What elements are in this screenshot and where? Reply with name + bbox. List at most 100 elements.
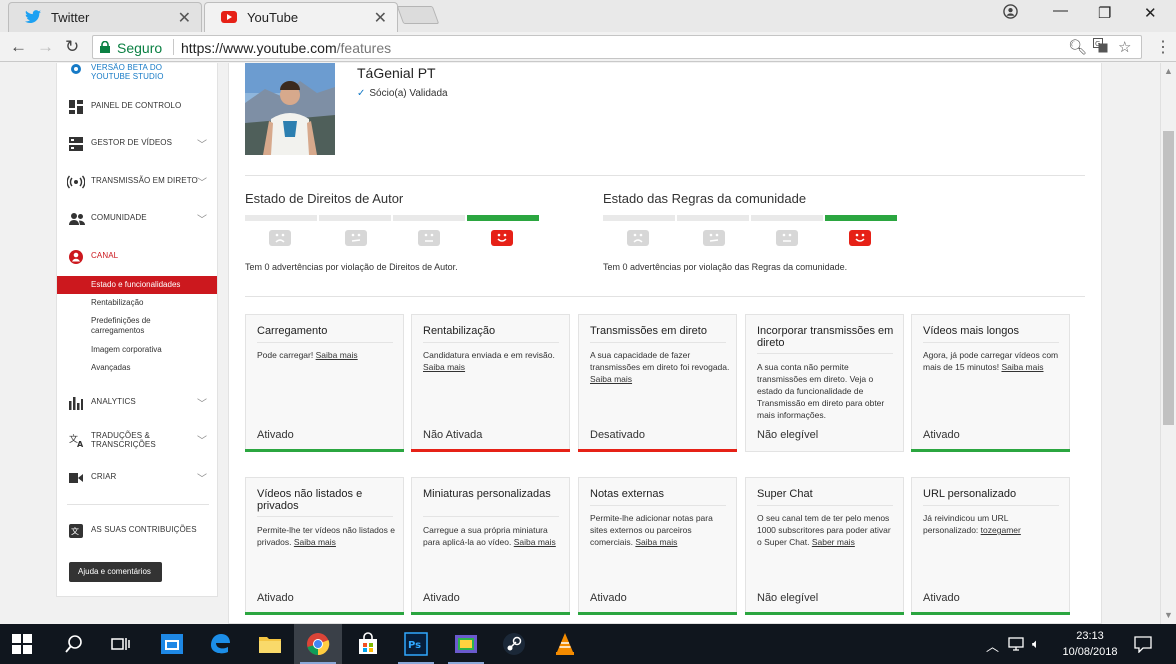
scroll-thumb[interactable]	[1163, 131, 1174, 425]
card-divider	[257, 516, 393, 517]
feature-status: Não elegível	[757, 592, 819, 604]
feature-description-text: A sua conta não permite transmissões em …	[757, 362, 885, 420]
restore-icon[interactable]: ❐	[1098, 4, 1111, 22]
tab-youtube[interactable]: YouTube ✕	[204, 2, 398, 32]
bookmark-star-icon[interactable]: ☆	[1118, 38, 1131, 56]
chrome-menu-icon[interactable]: ⋮	[1155, 37, 1171, 57]
feature-title: Carregamento	[257, 325, 328, 337]
forward-icon[interactable]: →	[37, 37, 54, 57]
shopping-bag-icon[interactable]	[356, 632, 380, 656]
sidebar-item-live[interactable]: TRANSMISSÃO EM DIRETO ﹀	[57, 170, 217, 194]
main-content: TáGenial PT ✓ Sócio(a) Validada Estado de…	[228, 63, 1102, 624]
feature-status: Ativado	[257, 429, 294, 441]
meter-segment	[393, 215, 465, 221]
steam-icon[interactable]	[502, 632, 526, 656]
page-scrollbar[interactable]: ▲ ▼	[1160, 63, 1176, 624]
chevron-down-icon[interactable]: ﹀	[197, 395, 207, 410]
feature-status-bar	[911, 612, 1070, 615]
sidebar-item-translations[interactable]: 文A TRADUÇÕES & TRANSCRIÇÕES ﹀	[57, 428, 217, 452]
feature-status-bar	[911, 449, 1070, 452]
meter-segment	[603, 215, 675, 221]
new-tab-button[interactable]	[396, 6, 440, 24]
chrome-icon[interactable]	[306, 632, 330, 656]
channel-avatar	[245, 63, 335, 155]
learn-more-link[interactable]: tozegamer	[981, 525, 1021, 535]
edge-icon[interactable]	[208, 632, 232, 656]
back-icon[interactable]: ←	[10, 37, 27, 57]
feature-status: Não Ativada	[423, 429, 483, 441]
sidebar-item-contributions[interactable]: 文 AS SUAS CONTRIBUIÇÕES	[57, 519, 217, 543]
chevron-down-icon[interactable]: ﹀	[197, 432, 207, 447]
notifications-icon[interactable]	[1134, 635, 1152, 653]
sidebar-item-label: PAINEL DE CONTROLO	[91, 101, 182, 110]
address-bar[interactable]: Seguro https://www.youtube.com/features …	[92, 35, 1142, 59]
learn-more-link[interactable]: Saiba mais	[1001, 362, 1043, 372]
sidebar-item-studio-beta[interactable]: VERSÃO BETA DO YOUTUBE STUDIO	[57, 63, 217, 81]
help-feedback-button[interactable]: Ajuda e comentários	[69, 562, 162, 582]
sidebar-item-analytics[interactable]: ANALYTICS ﹀	[57, 391, 217, 415]
tray-chevron-up-icon[interactable]: ︿	[986, 636, 999, 655]
scroll-down-icon[interactable]: ▼	[1164, 610, 1173, 620]
feature-description: O seu canal tem de ter pelo menos 1000 s…	[757, 512, 897, 548]
learn-more-link[interactable]: Saiba mais	[590, 374, 632, 384]
scroll-up-icon[interactable]: ▲	[1164, 66, 1173, 76]
reload-icon[interactable]: ↻	[65, 37, 79, 57]
sidebar-subitem-status-features[interactable]: Estado e funcionalidades	[57, 276, 217, 294]
close-window-icon[interactable]: ✕	[1144, 4, 1157, 22]
chevron-down-icon[interactable]: ﹀	[197, 136, 207, 151]
task-view-icon[interactable]	[108, 632, 132, 656]
feature-status: Ativado	[257, 592, 294, 604]
translate-page-icon[interactable]: G	[1093, 38, 1108, 57]
sidebar-item-label: GESTOR DE VÍDEOS	[91, 138, 173, 147]
close-tab-icon[interactable]: ✕	[178, 8, 191, 28]
feature-title: Super Chat	[757, 488, 813, 500]
sidebar-item-dashboard[interactable]: PAINEL DE CONTROLO	[57, 95, 217, 119]
feature-description: Candidatura enviada e em revisão. Saiba …	[423, 349, 563, 373]
feature-card: Rentabilização Candidatura enviada e em r…	[411, 314, 570, 452]
feature-card: URL personalizado Já reivindicou um URL p…	[911, 477, 1070, 615]
sidebar-item-video-manager[interactable]: GESTOR DE VÍDEOS ﹀	[57, 132, 217, 156]
volume-icon[interactable]: 🔈︎	[1032, 636, 1040, 652]
chevron-down-icon[interactable]: ﹀	[197, 174, 207, 189]
channel-icon	[69, 250, 83, 264]
chevron-down-icon[interactable]: ﹀	[197, 470, 207, 485]
store-app-icon[interactable]	[160, 632, 184, 656]
minimize-icon[interactable]: —	[1053, 2, 1068, 19]
live-icon	[67, 175, 85, 189]
close-tab-icon[interactable]: ✕	[374, 8, 387, 28]
sidebar-subitem-upload-defaults[interactable]: Predefinições de carregamentos	[57, 312, 217, 338]
profile-icon[interactable]	[1003, 4, 1018, 23]
chevron-down-icon[interactable]: ﹀	[197, 211, 207, 226]
windows-start-icon[interactable]	[12, 634, 32, 654]
sidebar-item-create[interactable]: CRIAR ﹀	[57, 466, 217, 490]
feature-card: Super Chat O seu canal tem de ter pelo me…	[745, 477, 904, 615]
sidebar-subitem-branding[interactable]: Imagem corporativa	[57, 341, 217, 359]
network-icon[interactable]	[1008, 637, 1026, 651]
search-icon[interactable]	[62, 632, 86, 656]
sad-face-icon	[627, 230, 649, 246]
sidebar-item-community[interactable]: COMUNIDADE ﹀	[57, 207, 217, 231]
learn-more-link[interactable]: Saiba mais	[635, 537, 677, 547]
file-explorer-icon[interactable]	[258, 632, 282, 656]
sidebar-subitem-label: Predefinições de carregamentos	[91, 316, 151, 335]
media-app-icon[interactable]	[454, 632, 478, 656]
url-text[interactable]: https://www.youtube.com/features	[181, 40, 391, 56]
learn-more-link[interactable]: Saiba mais	[316, 350, 358, 360]
meter-segment	[319, 215, 391, 221]
sidebar-subitem-advanced[interactable]: Avançadas	[57, 359, 217, 377]
learn-more-link[interactable]: Saiba mais	[514, 537, 556, 547]
vlc-icon[interactable]	[553, 632, 577, 656]
system-clock[interactable]: 23:13 10/08/2018	[1056, 628, 1124, 660]
neutral-face-icon	[776, 230, 798, 246]
feature-card: Miniaturas personalizadas Carregue a sua …	[411, 477, 570, 615]
learn-more-link[interactable]: Saiba mais	[423, 362, 465, 372]
zoom-icon[interactable]: 🔍︎	[1068, 38, 1087, 56]
photoshop-icon[interactable]: Ps	[404, 632, 428, 656]
feature-title: Notas externas	[590, 488, 664, 500]
sidebar-subitem-monetization[interactable]: Rentabilização	[57, 294, 217, 312]
learn-more-link[interactable]: Saber mais	[812, 537, 855, 547]
sidebar-item-channel[interactable]: CANAL	[57, 245, 217, 269]
feature-title: Vídeos mais longos	[923, 325, 1019, 337]
learn-more-link[interactable]: Saiba mais	[294, 537, 336, 547]
tab-twitter[interactable]: Twitter ✕	[8, 2, 202, 32]
